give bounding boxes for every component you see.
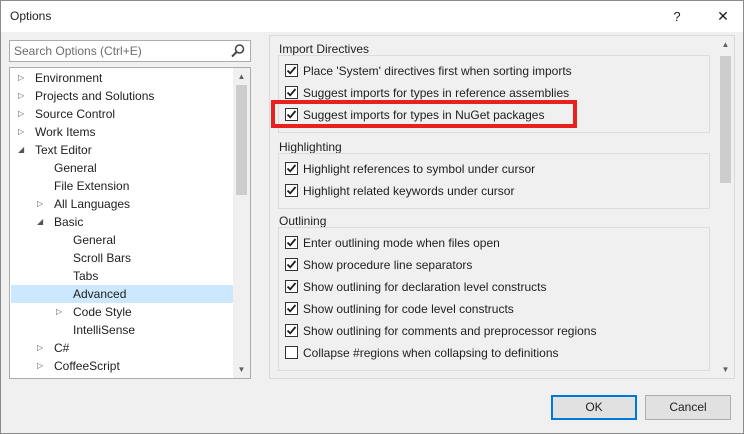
checkbox-checked-icon[interactable] [285, 86, 298, 99]
tree-item-label: Environment [35, 71, 103, 85]
checkbox-checked-icon[interactable] [285, 162, 298, 175]
collapsed-arrow-icon[interactable]: ▷ [56, 303, 66, 321]
ok-button[interactable]: OK [551, 395, 637, 420]
collapsed-arrow-icon[interactable]: ▷ [37, 195, 47, 213]
option-label: Show outlining for comments and preproce… [303, 324, 597, 338]
tree-item[interactable]: File Extension [11, 177, 233, 195]
option-label: Collapse #regions when collapsing to def… [303, 346, 559, 360]
tree-item[interactable]: ▷ CoffeeScript [11, 357, 233, 375]
tree-item-label: File Extension [54, 179, 130, 193]
tree-item[interactable]: IntelliSense [11, 321, 233, 339]
option-label: Suggest imports for types in reference a… [303, 86, 570, 100]
checkbox-checked-icon[interactable] [285, 324, 298, 337]
collapsed-arrow-icon[interactable]: ▷ [37, 357, 47, 375]
tree-item[interactable]: General [11, 159, 233, 177]
tree-scroll-thumb[interactable] [236, 85, 247, 195]
checkbox-checked-icon[interactable] [285, 302, 298, 315]
tree-item-label: C# [54, 341, 70, 355]
collapsed-arrow-icon[interactable]: ▷ [18, 69, 28, 87]
panel-scroll-thumb[interactable] [720, 56, 731, 183]
tree-item[interactable]: Scroll Bars [11, 249, 233, 267]
cancel-button[interactable]: Cancel [645, 395, 731, 420]
tree-item[interactable]: ▷ Code Style [11, 303, 233, 321]
search-box[interactable] [9, 40, 251, 62]
tree-item[interactable]: ◢ Text Editor [11, 141, 233, 159]
tree-item[interactable]: ▷ Source Control [11, 105, 233, 123]
option-label: Highlight related keywords under cursor [303, 184, 515, 198]
tree-item[interactable]: Tabs [11, 267, 233, 285]
tree-item-label: All Languages [54, 197, 131, 211]
option-label: Enter outlining mode when files open [303, 236, 500, 250]
tree-item[interactable]: ▷ All Languages [11, 195, 233, 213]
option-label: Show outlining for code level constructs [303, 302, 514, 316]
collapsed-arrow-icon[interactable]: ▷ [18, 105, 28, 123]
title-bar: Options ? ✕ [1, 1, 743, 32]
expanded-arrow-icon[interactable]: ◢ [18, 141, 28, 159]
tree-item-label: Basic [54, 215, 84, 229]
options-tree[interactable]: ▷ CoffeeScript ▷ C# IntelliSense ▷ Code Style A… [9, 67, 251, 379]
tree-item[interactable]: General [11, 231, 233, 249]
scroll-up-icon[interactable]: ▲ [233, 68, 250, 85]
collapsed-arrow-icon[interactable]: ▷ [18, 123, 28, 141]
checkbox-checked-icon[interactable] [285, 184, 298, 197]
tree-item[interactable]: ▷ Projects and Solutions [11, 87, 233, 105]
expanded-arrow-icon[interactable]: ◢ [37, 213, 47, 231]
tree-item[interactable]: ▷ C# [11, 339, 233, 357]
close-button[interactable]: ✕ [704, 1, 742, 32]
settings-panel: Outlining Enter outlining mode when files… [269, 35, 735, 379]
window-title: Options [10, 9, 52, 23]
option-label: Show procedure line separators [303, 258, 473, 272]
tree-item-label: Code Style [73, 305, 132, 319]
tree-item-label: Projects and Solutions [35, 89, 155, 103]
panel-scrollbar[interactable]: ▲ ▼ [717, 36, 734, 378]
tree-item-label: General [54, 161, 97, 175]
tree-item-label: Work Items [35, 125, 96, 139]
help-button[interactable]: ? [659, 1, 695, 32]
checkbox-checked-icon[interactable] [285, 236, 298, 249]
search-input[interactable] [10, 41, 230, 61]
options-dialog: Options ? ✕ ▷ CoffeeScript ▷ C#IntelliSense… [0, 0, 744, 434]
tree-item[interactable]: ▷ Work Items [11, 123, 233, 141]
collapsed-arrow-icon[interactable]: ▷ [18, 87, 28, 105]
tree-item[interactable]: ▷ Environment [11, 69, 233, 87]
tree-item-label: General [73, 233, 116, 247]
checkbox-checked-icon[interactable] [285, 64, 298, 77]
scroll-down-icon[interactable]: ▼ [233, 361, 250, 378]
scroll-down-icon[interactable]: ▼ [717, 361, 734, 378]
checkbox-unchecked-icon[interactable] [285, 346, 298, 359]
group-title: Outlining [279, 214, 327, 228]
tree-item[interactable]: Advanced [11, 285, 233, 303]
annotation-highlight [271, 100, 577, 128]
tree-item[interactable]: ◢ Basic [11, 213, 233, 231]
tree-item-label: IntelliSense [73, 323, 136, 337]
tree-item-label: CoffeeScript [54, 359, 120, 373]
collapsed-arrow-icon[interactable]: ▷ [37, 339, 47, 357]
checkbox-checked-icon[interactable] [285, 280, 298, 293]
tree-item-label: Tabs [73, 269, 99, 283]
option-label: Place 'System' directives first when sor… [303, 64, 572, 78]
tree-item-label: Advanced [73, 287, 127, 301]
tree-item-label: Text Editor [35, 143, 92, 157]
group-title: Highlighting [279, 140, 342, 154]
option-label: Highlight references to symbol under cur… [303, 162, 536, 176]
option-label: Show outlining for declaration level con… [303, 280, 547, 294]
group-title: Import Directives [279, 42, 370, 56]
tree-item-label: Scroll Bars [73, 251, 132, 265]
scroll-up-icon[interactable]: ▲ [717, 36, 734, 53]
checkbox-checked-icon[interactable] [285, 258, 298, 271]
search-icon[interactable] [230, 43, 246, 59]
tree-scrollbar[interactable]: ▲ ▼ [233, 68, 250, 378]
tree-item-label: Source Control [35, 107, 116, 121]
